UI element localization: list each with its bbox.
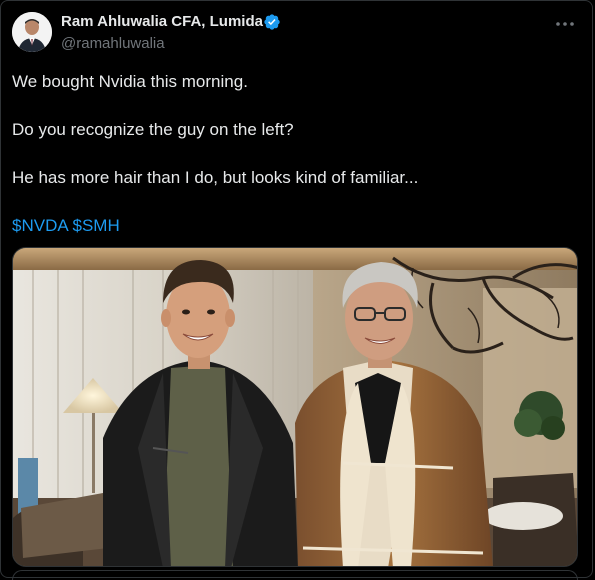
tweet-photo[interactable]: [12, 247, 578, 567]
profile-photo-icon: [12, 12, 52, 52]
tweet-line: Do you recognize the guy on the left?: [12, 120, 294, 139]
author-handle[interactable]: @ramahluwalia: [61, 35, 165, 52]
cashtag-line: $NVDA $SMH: [12, 214, 577, 238]
verified-badge-icon: [264, 14, 280, 30]
photo-two-men-icon: [13, 248, 577, 566]
author-avatar[interactable]: [12, 12, 52, 52]
tweet-text: We bought Nvidia this morning. Do you re…: [12, 70, 577, 238]
next-card-edge: [12, 570, 578, 580]
more-horizontal-icon[interactable]: [553, 12, 577, 36]
tweet-line: We bought Nvidia this morning.: [12, 72, 248, 91]
cashtag-nvda[interactable]: $NVDA: [12, 216, 68, 235]
author-display-name[interactable]: Ram Ahluwalia CFA, Lumida: [61, 13, 263, 30]
tweet-line: He has more hair than I do, but looks ki…: [12, 168, 419, 187]
cashtag-smh[interactable]: $SMH: [72, 216, 119, 235]
